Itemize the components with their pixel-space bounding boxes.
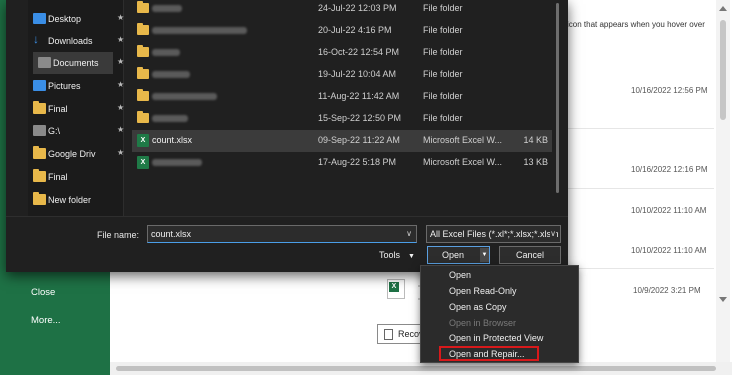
open-split-button[interactable]: Open ▼	[427, 246, 490, 264]
open-options-menu: Open Open Read-Only Open as Copy Open in…	[420, 265, 579, 363]
menu-item-open-as-copy[interactable]: Open as Copy	[449, 302, 507, 312]
blurred-name	[152, 27, 247, 34]
scroll-down-icon[interactable]	[719, 297, 727, 302]
blurred-name	[152, 115, 188, 122]
chevron-down-icon[interactable]: ∨	[550, 229, 556, 238]
excel-icon: X	[137, 156, 149, 169]
pin-icon: ★	[117, 57, 125, 66]
file-row[interactable]: 15-Sep-22 12:50 PM File folder	[132, 108, 552, 130]
file-row[interactable]: 11-Aug-22 11:42 AM File folder	[132, 86, 552, 108]
nav-item-desktop[interactable]: Desktop ★	[28, 8, 124, 30]
pin-icon: ★	[117, 80, 125, 89]
recent-date: 10/16/2022 12:56 PM	[631, 86, 708, 95]
chevron-down-icon: ▼	[408, 253, 415, 260]
file-name-input[interactable]: count.xlsx ∨	[147, 225, 417, 243]
file-list: 24-Jul-22 12:03 PM File folder 20-Jul-22 …	[132, 0, 552, 216]
nav-item-google-drive[interactable]: Google Driv ★	[28, 143, 124, 165]
file-row[interactable]: 19-Jul-22 10:04 AM File folder	[132, 64, 552, 86]
horizontal-scrollbar[interactable]	[110, 362, 732, 375]
excel-file-icon: X	[387, 279, 405, 299]
pin-icon: ★	[117, 35, 125, 44]
folder-icon	[33, 146, 46, 159]
cancel-button[interactable]: Cancel	[499, 246, 561, 264]
blurred-name	[152, 49, 180, 56]
documents-icon	[38, 57, 51, 68]
nav-item-g-drive[interactable]: G:\ ★	[28, 120, 124, 142]
folder-icon	[137, 23, 149, 35]
folder-icon	[137, 89, 149, 101]
menu-item-open[interactable]: Open	[449, 270, 471, 280]
file-list-scrollbar[interactable]	[554, 0, 562, 216]
folder-icon	[33, 101, 46, 114]
recent-date: 10/10/2022 11:10 AM	[631, 246, 707, 255]
backstage-close[interactable]: Close	[31, 287, 55, 298]
background-scroll-thumb[interactable]	[720, 20, 726, 120]
nav-item-documents[interactable]: Documents ★	[33, 52, 124, 74]
file-name-label: File name:	[97, 230, 140, 240]
blurred-name	[152, 93, 217, 100]
folder-icon	[137, 67, 149, 79]
nav-item-final-2[interactable]: Final	[28, 166, 124, 188]
menu-item-open-in-browser: Open in Browser	[449, 318, 517, 328]
tools-menu[interactable]: Tools ▼	[379, 250, 415, 260]
backstage-more[interactable]: More...	[31, 315, 61, 326]
pin-icon: ★	[117, 125, 125, 134]
folder-icon	[137, 1, 149, 13]
file-row[interactable]: 16-Oct-22 12:54 PM File folder	[132, 42, 552, 64]
blurred-name	[152, 71, 190, 78]
recent-date: 10/16/2022 12:16 PM	[631, 165, 708, 174]
chevron-down-icon[interactable]: ∨	[406, 229, 412, 238]
file-row-selected[interactable]: Xcount.xlsx 09-Sep-22 11:22 AM Microsoft E…	[132, 130, 552, 152]
open-button[interactable]: Open	[428, 247, 478, 263]
nav-item-new-folder[interactable]: New folder	[28, 189, 124, 211]
scroll-up-icon[interactable]	[719, 6, 727, 11]
folder-icon	[33, 192, 46, 205]
background-description: icon that appears when you hover over	[567, 20, 705, 29]
recent-date: 10/10/2022 11:10 AM	[631, 206, 707, 215]
highlight-box	[439, 346, 539, 361]
nav-item-pictures[interactable]: Pictures ★	[28, 75, 124, 97]
file-row[interactable]: 24-Jul-22 12:03 PM File folder	[132, 0, 552, 20]
pictures-icon	[33, 80, 46, 91]
folder-icon	[137, 111, 149, 123]
recent-date: 10/9/2022 3:21 PM	[633, 286, 701, 295]
open-dropdown-arrow-icon[interactable]: ▼	[480, 248, 489, 262]
folder-icon	[137, 45, 149, 57]
blurred-name	[152, 159, 202, 166]
blurred-name	[152, 5, 182, 12]
pin-icon: ★	[117, 148, 125, 157]
file-row[interactable]: 20-Jul-22 4:16 PM File folder	[132, 20, 552, 42]
divider	[6, 216, 568, 217]
desktop-icon	[33, 13, 46, 24]
open-file-dialog: Desktop ★ ↓ Downloads ★ Documents ★ Pictures…	[6, 0, 568, 272]
document-icon	[384, 329, 393, 340]
menu-item-open-protected-view[interactable]: Open in Protected View	[449, 333, 543, 343]
file-row[interactable]: X 17-Aug-22 5:18 PM Microsoft Excel W... 13…	[132, 152, 552, 174]
pin-icon: ★	[117, 13, 125, 22]
horizontal-scroll-thumb[interactable]	[116, 366, 716, 371]
navigation-pane: Desktop ★ ↓ Downloads ★ Documents ★ Pictures…	[28, 0, 124, 216]
menu-item-open-read-only[interactable]: Open Read-Only	[449, 286, 517, 296]
drive-icon	[33, 125, 46, 136]
nav-item-downloads[interactable]: ↓ Downloads ★	[28, 30, 124, 52]
excel-icon: X	[137, 134, 149, 147]
file-type-select[interactable]: All Excel Files (*.xl*;*.xlsx;*.xlsm ∨	[426, 225, 561, 243]
nav-item-final[interactable]: Final ★	[28, 98, 124, 120]
scroll-thumb[interactable]	[556, 3, 559, 193]
download-icon: ↓	[33, 32, 39, 46]
folder-icon	[33, 169, 46, 182]
pin-icon: ★	[117, 103, 125, 112]
